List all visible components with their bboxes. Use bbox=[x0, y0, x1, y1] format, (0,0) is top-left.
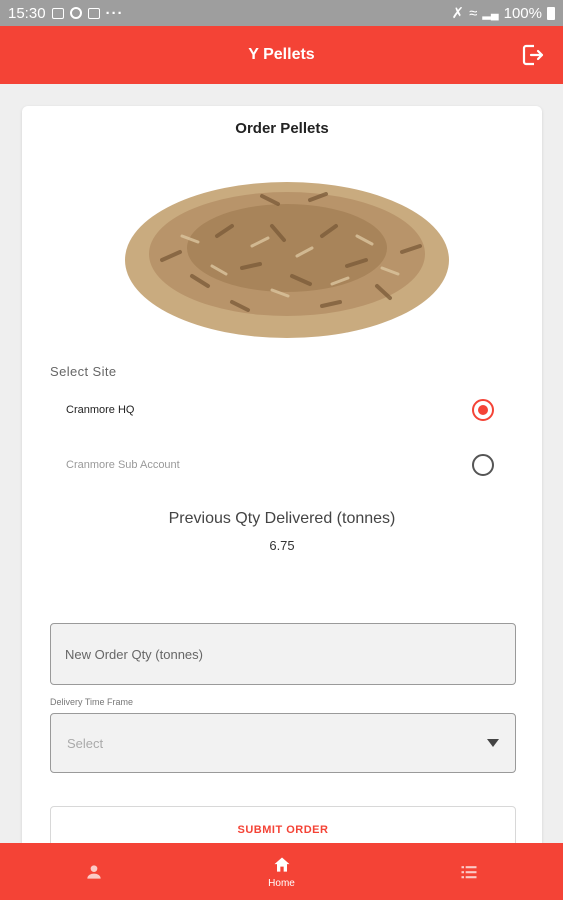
image-icon bbox=[51, 7, 64, 19]
previous-qty-value: 6.75 bbox=[269, 538, 295, 553]
nav-home[interactable]: Home bbox=[188, 843, 376, 900]
list-icon bbox=[461, 865, 477, 878]
status-time: 15:30 bbox=[8, 4, 46, 22]
person-icon bbox=[87, 864, 101, 879]
more-notifications-icon: ··· bbox=[105, 4, 124, 22]
radio-button-checked[interactable] bbox=[472, 399, 494, 421]
battery-icon bbox=[547, 6, 555, 20]
mute-icon: ✗ bbox=[451, 5, 465, 22]
site-option-label: Cranmore HQ bbox=[66, 404, 135, 416]
order-card: Order Pellets Select Site Cranmore HQ Cr… bbox=[22, 106, 542, 866]
wifi-icon: ≈ bbox=[469, 4, 478, 22]
nav-orders[interactable] bbox=[375, 843, 563, 900]
radio-button-unchecked[interactable] bbox=[472, 454, 494, 476]
site-option-cranmore-sub-account[interactable]: Cranmore Sub Account bbox=[66, 454, 494, 476]
new-order-qty-placeholder: New Order Qty (tonnes) bbox=[65, 646, 203, 662]
delivery-time-frame-label: Delivery Time Frame bbox=[50, 697, 134, 707]
delivery-select-value: Select bbox=[67, 735, 104, 751]
mail-icon bbox=[87, 7, 100, 19]
app-title: Y Pellets bbox=[248, 46, 315, 63]
nav-home-label: Home bbox=[268, 877, 295, 889]
nav-profile[interactable] bbox=[0, 843, 188, 900]
dropdown-arrow-icon bbox=[487, 739, 499, 747]
home-icon bbox=[274, 857, 289, 872]
app-bar: Y Pellets bbox=[0, 26, 563, 84]
site-option-cranmore-hq[interactable]: Cranmore HQ bbox=[66, 399, 494, 421]
status-bar: 15:30 ··· ✗ ≈ ▂▄ 100% bbox=[0, 0, 563, 26]
signal-icon: ▂▄ bbox=[482, 7, 499, 20]
card-title: Order Pellets bbox=[235, 120, 329, 137]
sync-icon bbox=[69, 7, 82, 19]
previous-qty-label: Previous Qty Delivered (tonnes) bbox=[168, 510, 396, 527]
site-option-label: Cranmore Sub Account bbox=[66, 459, 180, 471]
new-order-qty-input[interactable]: New Order Qty (tonnes) bbox=[50, 623, 516, 685]
wood-pellets-image bbox=[125, 182, 449, 338]
delivery-time-frame-select[interactable]: Select bbox=[50, 713, 516, 773]
battery-text: 100% bbox=[503, 4, 542, 22]
bottom-nav: Home bbox=[0, 843, 563, 900]
logout-icon[interactable] bbox=[521, 43, 545, 67]
select-site-label: Select Site bbox=[50, 364, 117, 379]
